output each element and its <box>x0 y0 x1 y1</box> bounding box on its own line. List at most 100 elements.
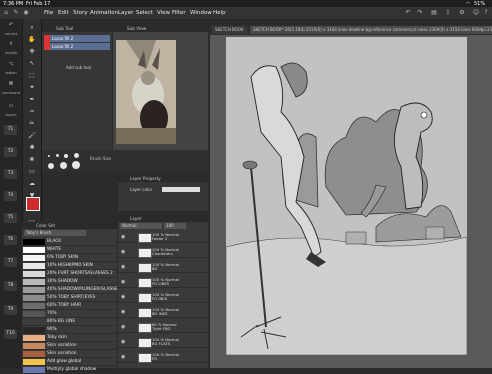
auto-select-icon[interactable]: ✦ <box>26 83 38 92</box>
menu-file[interactable]: File <box>44 10 53 16</box>
brush-size-option[interactable] <box>72 161 80 169</box>
shortcut-t2[interactable]: T2 <box>4 147 17 157</box>
color-swatch[interactable] <box>23 254 45 261</box>
selection-icon[interactable]: ⬚ <box>26 71 38 80</box>
visibility-icon[interactable]: ◉ <box>121 324 125 330</box>
color-swatch[interactable] <box>23 318 45 325</box>
layers-icon[interactable]: ▭ <box>3 103 19 112</box>
shortcut-t7[interactable]: T7 <box>4 257 17 267</box>
color-swatch[interactable] <box>23 270 45 277</box>
hand-icon[interactable]: ✋ <box>26 35 38 44</box>
drawing-canvas[interactable] <box>226 37 467 355</box>
option-icon[interactable]: ⌥ <box>3 61 19 70</box>
brush-size-option[interactable] <box>48 155 50 157</box>
color-row[interactable]: 20% FURT SHORTS/GLASSES 2 <box>22 270 117 278</box>
visibility-icon[interactable]: ◉ <box>121 309 125 315</box>
blend-icon[interactable]: ☁ <box>26 179 38 188</box>
color-row[interactable]: BLACK <box>22 238 117 246</box>
shortcut-t6[interactable]: T6 <box>4 235 17 245</box>
shortcut-t9[interactable]: T9 <box>4 305 17 315</box>
layer-row[interactable]: ◉ 80 % Normal Tight FBG <box>118 322 208 333</box>
color-swatch[interactable] <box>23 366 45 373</box>
eraser-icon[interactable]: ▭ <box>26 167 38 176</box>
menu-layer[interactable]: Layer <box>118 10 133 16</box>
canvas-tab[interactable]: SKETCH BOOK <box>212 26 247 34</box>
color-swatch[interactable] <box>23 342 45 349</box>
visibility-icon[interactable]: ◉ <box>121 339 125 345</box>
color-swatch[interactable] <box>23 286 45 293</box>
visibility-icon[interactable]: ◉ <box>121 234 125 240</box>
eyedropper-icon[interactable]: ✒ <box>26 95 38 104</box>
airbrush-icon[interactable]: ✺ <box>26 143 38 152</box>
redo-icon[interactable]: ↷ <box>416 9 424 17</box>
zoom-icon[interactable]: ⌕ <box>26 23 38 32</box>
move-icon[interactable]: ✥ <box>26 47 38 56</box>
layer-row[interactable]: ◉ 100 % Normal BG <box>118 262 208 273</box>
visibility-icon[interactable]: ◉ <box>121 354 125 360</box>
color-row[interactable]: Multiply global shadow <box>22 366 117 374</box>
layer-row[interactable]: ◉ 100 % Normal FG <box>118 352 208 363</box>
layer-color-bar[interactable] <box>162 187 200 192</box>
brush-size-option[interactable] <box>64 154 68 158</box>
share-icon[interactable]: ⇪ <box>444 9 452 17</box>
shortcut-t8[interactable]: T8 <box>4 281 17 291</box>
color-row[interactable]: 40% SHADOW/PLUNGER/GLASSES <box>22 286 120 294</box>
color-row[interactable]: Toby skin <box>22 334 117 342</box>
menu-view[interactable]: View <box>157 10 170 16</box>
layer-row[interactable]: ◉ 100 % Normal Folder 2 <box>118 232 208 243</box>
wrench-icon[interactable]: ✎ <box>12 9 20 17</box>
layer-row[interactable]: ◉ 100 % Normal FG INKS <box>118 292 208 303</box>
dashboard-icon[interactable]: ◉ <box>22 9 30 17</box>
pen-icon[interactable]: ✑ <box>26 107 38 116</box>
brush-size-option[interactable] <box>56 154 59 157</box>
shortcut-t10[interactable]: T10 <box>4 329 17 339</box>
visibility-icon[interactable]: ◉ <box>121 264 125 270</box>
add-subtool-button[interactable]: Add sub tool <box>66 65 91 70</box>
color-row[interactable]: 10% HIGHKPMO SKIN <box>22 262 117 270</box>
brush-size-option[interactable] <box>60 162 67 169</box>
menu-filter[interactable]: Filter <box>172 10 186 16</box>
shortcut-t4[interactable]: T4 <box>4 191 17 201</box>
brush-size-option[interactable] <box>48 163 54 169</box>
help-icon[interactable]: ? <box>482 9 490 17</box>
shift-icon[interactable]: ⇧ <box>3 41 19 50</box>
brush-size-option[interactable] <box>74 153 79 158</box>
color-row[interactable]: 60% TOBY HAIR <box>22 302 117 310</box>
color-swatch[interactable] <box>23 302 45 309</box>
menu-edit[interactable]: Edit <box>58 10 69 16</box>
color-swatch[interactable] <box>23 334 45 341</box>
menu-story[interactable]: Story <box>73 10 88 16</box>
home-icon[interactable]: ⌂ <box>2 9 10 17</box>
color-swatch[interactable] <box>23 278 45 285</box>
undo-icon[interactable]: ↶ <box>404 9 412 17</box>
layer-row[interactable]: ◉ 100 % Normal BG FLATS <box>118 337 208 348</box>
color-swatch[interactable] <box>23 294 45 301</box>
color-swatch[interactable] <box>23 310 45 317</box>
main-color-swatch[interactable] <box>26 197 40 211</box>
menu-animation[interactable]: Animation <box>90 10 118 16</box>
decoration-icon[interactable]: ❀ <box>26 155 38 164</box>
color-set-selector[interactable]: Toby's Brush <box>24 230 86 236</box>
color-row[interactable]: 70% <box>22 310 117 318</box>
color-row[interactable]: 50% TOBY SHIRT/EYES <box>22 294 117 302</box>
undo-icon[interactable]: ↶ <box>3 22 19 31</box>
subtool-item[interactable]: Lasso fill 2 <box>44 35 110 42</box>
menu-window[interactable]: Window <box>190 10 212 16</box>
color-swatch[interactable] <box>23 350 45 357</box>
layer-row[interactable]: ◉ 100 % Normal BG INKS <box>118 307 208 318</box>
layer-row[interactable]: ◉ 100 % Normal Characters <box>118 247 208 258</box>
operation-icon[interactable]: ↖ <box>26 59 38 68</box>
color-swatch[interactable] <box>23 238 45 245</box>
visibility-icon[interactable]: ◉ <box>121 249 125 255</box>
command-icon[interactable]: ⌘ <box>3 81 19 90</box>
visibility-icon[interactable]: ◉ <box>121 294 125 300</box>
save-icon[interactable]: ▤ <box>430 9 438 17</box>
blend-mode-select[interactable]: Normal <box>120 223 162 229</box>
shortcut-t1[interactable]: T1 <box>4 125 17 135</box>
pencil-icon[interactable]: ✏ <box>26 119 38 128</box>
color-row[interactable]: 30% SHADOW <box>22 278 117 286</box>
visibility-icon[interactable]: ◉ <box>121 279 125 285</box>
subtool-item[interactable]: Lasso fill 2 <box>44 43 110 50</box>
shortcut-t3[interactable]: T3 <box>4 169 17 179</box>
user-icon[interactable]: ☺ <box>472 9 480 17</box>
